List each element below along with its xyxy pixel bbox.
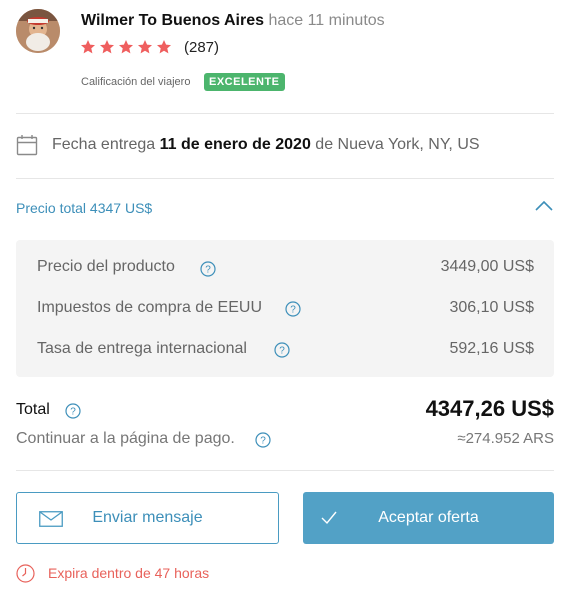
help-icon[interactable]: ? bbox=[255, 432, 271, 448]
total-value: 4347,26 US$ bbox=[425, 396, 554, 421]
converted-total: ≈274.952 ARS bbox=[457, 430, 554, 447]
traveler-avatar[interactable] bbox=[16, 9, 60, 53]
help-icon[interactable]: ? bbox=[65, 403, 81, 419]
svg-text:?: ? bbox=[290, 305, 296, 316]
check-icon bbox=[321, 511, 337, 525]
star-icon bbox=[100, 40, 114, 54]
divider bbox=[16, 470, 554, 471]
breakdown-label: Impuestos de compra de EEUU bbox=[37, 299, 262, 316]
traveler-rating-badge: EXCELENTE bbox=[204, 73, 285, 91]
breakdown-row-delivery-fee: Tasa de entrega internacional bbox=[37, 340, 247, 358]
breakdown-value: 592,16 US$ bbox=[449, 340, 534, 357]
breakdown-row-product: Precio del producto bbox=[37, 258, 175, 276]
continue-to-payment-text: Continuar a la página de pago. bbox=[16, 430, 235, 447]
star-icon bbox=[157, 40, 171, 54]
breakdown-label: Tasa de entrega internacional bbox=[37, 340, 247, 357]
divider bbox=[16, 113, 554, 114]
breakdown-label: Precio del producto bbox=[37, 258, 175, 275]
svg-text:?: ? bbox=[205, 265, 211, 276]
traveler-rating-label: Calificación del viajero bbox=[81, 76, 191, 88]
envelope-icon bbox=[39, 511, 63, 527]
total-label: Total bbox=[16, 401, 50, 418]
chevron-up-icon[interactable] bbox=[533, 198, 555, 214]
review-count[interactable]: (287) bbox=[184, 39, 219, 56]
expiry-notice: Expira dentro de 47 horas bbox=[48, 565, 210, 581]
price-total-toggle[interactable]: Precio total 4347 US$ bbox=[16, 200, 152, 216]
delivery-origin: de Nueva York, NY, US bbox=[315, 136, 480, 153]
delivery-date: 11 de enero de 2020 bbox=[159, 136, 311, 153]
divider bbox=[16, 178, 554, 179]
send-message-button[interactable]: Enviar mensaje bbox=[16, 492, 279, 544]
accept-offer-button[interactable]: Aceptar oferta bbox=[303, 492, 554, 544]
breakdown-row-tax: Impuestos de compra de EEUU bbox=[37, 299, 262, 317]
help-icon[interactable]: ? bbox=[200, 261, 216, 277]
rating-stars bbox=[80, 39, 172, 55]
star-icon bbox=[81, 40, 95, 54]
clock-icon bbox=[16, 564, 35, 583]
calendar-icon bbox=[16, 135, 38, 156]
breakdown-value: 3449,00 US$ bbox=[440, 258, 534, 275]
help-icon[interactable]: ? bbox=[274, 342, 290, 358]
svg-text:?: ? bbox=[279, 346, 285, 357]
posted-time: hace 11 minutos bbox=[268, 12, 385, 29]
star-icon bbox=[138, 40, 152, 54]
delivery-info: Fecha entrega 11 de enero de 2020 de Nue… bbox=[52, 136, 480, 154]
traveler-name[interactable]: Wilmer To Buenos Aires bbox=[81, 12, 264, 29]
send-message-label: Enviar mensaje bbox=[92, 509, 203, 526]
svg-text:?: ? bbox=[70, 407, 76, 418]
help-icon[interactable]: ? bbox=[285, 301, 301, 317]
delivery-prefix: Fecha entrega bbox=[52, 136, 156, 153]
accept-offer-label: Aceptar oferta bbox=[378, 509, 479, 526]
star-icon bbox=[119, 40, 133, 54]
breakdown-value: 306,10 US$ bbox=[449, 299, 534, 316]
svg-text:?: ? bbox=[260, 436, 266, 447]
traveler-name-line: Wilmer To Buenos Aires hace 11 minutos bbox=[81, 12, 385, 30]
